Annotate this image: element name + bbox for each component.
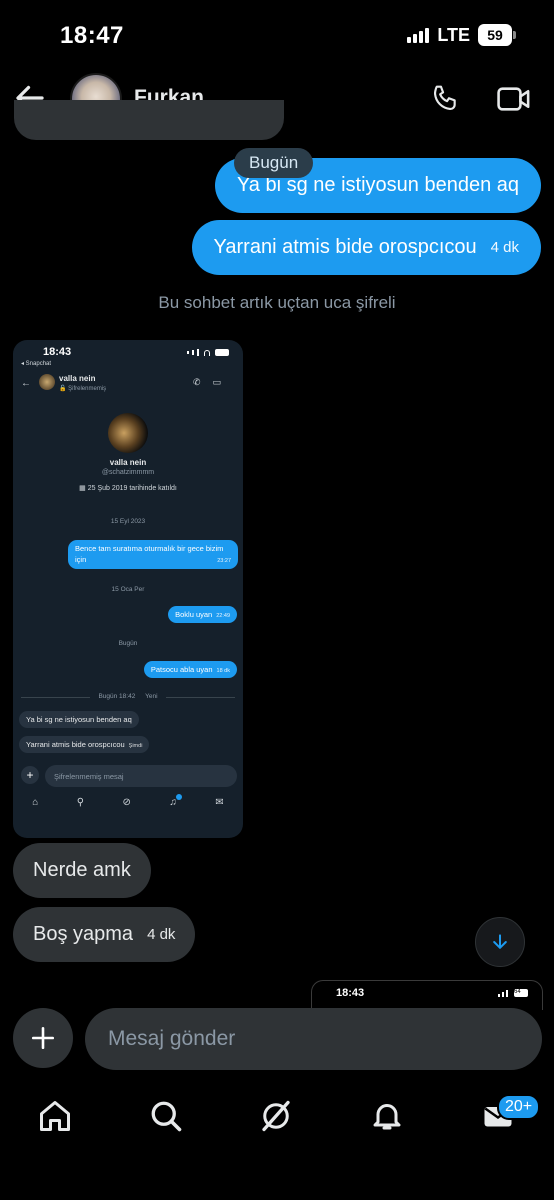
add-attachment-button[interactable] [13,1008,73,1068]
screenshot-home-icon: ⌂ [32,797,39,808]
screenshot-back-arrow-icon: ← [21,378,31,389]
screenshot-outgoing-message: Bence tam suratıma oturmalık bir gece bi… [68,540,238,570]
message-text: Yarrani atmis bide orospcıcou [213,236,477,258]
video-icon[interactable] [496,84,532,114]
plus-icon [31,1026,55,1050]
phone-icon[interactable] [430,82,462,114]
screenshot-date: Bugün [118,640,138,647]
screenshot-avatar [39,374,55,390]
screenshot-mail-icon: ✉ [215,797,224,808]
battery-level: 59 [478,24,512,46]
screenshot-back-label: ◂ Snapchat [21,361,52,367]
status-time: 18:47 [60,22,124,49]
battery-icon: 59 [478,24,516,46]
signal-icon [407,27,430,43]
screenshot-plus-icon: + [21,766,39,784]
search-icon[interactable] [148,1098,184,1134]
screenshot-incoming-message: Yarrani atmis bide orospcıcou Şimdi [19,736,150,753]
previous-message-bubble [14,100,284,140]
grok-icon[interactable] [258,1098,294,1134]
status-indicators: LTE 59 [407,24,516,46]
screenshot-chat-sub: 🔓 Şifrelenmemiş [59,386,107,392]
screenshot-profile-avatar [108,413,148,453]
scroll-down-button[interactable] [475,917,525,967]
screenshot-outgoing-message: Boklu uyan 22:49 [168,606,237,623]
screenshot-status-icons [187,349,229,356]
screenshot-2-time: 18:43 [336,987,365,999]
screenshot-new-date: Bugün 18:42 Yeni [13,691,243,700]
screenshot-grok-icon: ⊘ [122,797,131,808]
incoming-message[interactable]: Nerde amk [13,843,151,898]
shared-screenshot-2[interactable]: 18:43 64 [311,980,543,1010]
screenshot-date: 15 Eyl 2023 [110,518,146,525]
encryption-notice: Bu sohbet artık uçtan uca şifreli [158,293,396,312]
screenshot-search-icon: ⚲ [76,797,85,808]
screenshot-joined: ▦ 25 Şub 2019 tarihinde katıldı [79,485,177,492]
screenshot-time: 18:43 [43,346,72,358]
home-icon[interactable] [37,1098,73,1134]
arrow-down-icon [493,934,507,949]
screenshot-2-status-icons: 64 [498,989,528,997]
message-time: 4 dk [147,926,176,943]
outgoing-message[interactable]: Yarrani atmis bide orospcıcou 4 dk [191,220,541,275]
shared-screenshot[interactable]: 18:43 ◂ Snapchat ← valla nein 🔓 Şifrelen… [13,340,243,838]
incoming-message[interactable]: Boş yapma 4 dk [13,907,196,962]
screenshot-bell-icon: ♫ [169,794,182,808]
screenshot-date: 15 Oca Per [111,586,145,593]
screenshot-profile-name: valla nein [109,458,147,467]
screenshot-nav: ⌂ ⚲ ⊘ ♫ ✉ [13,794,243,808]
notifications-bell-icon[interactable] [369,1098,405,1134]
screenshot-chat-name: valla nein [59,374,96,383]
messages-badge: 20+ [497,1094,541,1120]
message-text: Boş yapma [33,923,134,945]
message-text: Nerde amk [33,859,131,881]
network-label: LTE [437,24,470,45]
message-input[interactable]: Mesaj gönder [85,1008,542,1070]
message-time: 4 dk [490,239,519,256]
screenshot-message-input: Şifrelenmemiş mesaj [45,765,237,787]
screenshot-call-icons: ✆▭ [192,377,233,387]
screenshot-outgoing-message: Patsocu abla uyan 18 dk [143,661,237,678]
screenshot-handle: @schatzimmmm [101,469,155,476]
screenshot-incoming-message: Ya bi sg ne istiyosun benden aq [19,711,139,728]
date-pill: Bugün [234,148,314,178]
